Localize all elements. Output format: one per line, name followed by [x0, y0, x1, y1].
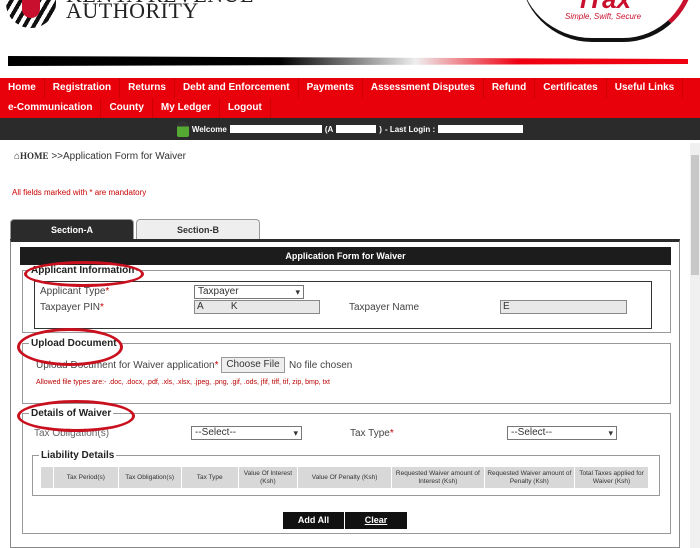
upload-fieldset: Upload Document	[22, 338, 671, 404]
nav-item-county[interactable]: County	[101, 98, 153, 118]
applicant-type-label: Applicant Type*	[40, 286, 110, 297]
nav-item-home[interactable]: Home	[0, 78, 45, 98]
column-header: Value Of Penalty (Ksh)	[298, 467, 393, 488]
add-all-button[interactable]: Add All	[283, 512, 344, 529]
nav-item-returns[interactable]: Returns	[120, 78, 175, 98]
tax-obligation-label: Tax Obligation(s)	[34, 428, 110, 439]
column-header: Tax Type	[182, 467, 239, 488]
breadcrumb: ⌂HOME >>Application Form for Waiver	[14, 151, 186, 162]
upload-legend: Upload Document	[31, 338, 117, 349]
choose-file-button[interactable]: Choose File	[221, 357, 285, 373]
nav-item-refund[interactable]: Refund	[484, 78, 536, 98]
nav-item-logout[interactable]: Logout	[220, 98, 271, 118]
user-avatar-icon	[176, 121, 189, 137]
nav-item-assessment-disputes[interactable]: Assessment Disputes	[363, 78, 484, 98]
column-header: Requested Waiver amount of Interest (Ksh…	[392, 467, 485, 488]
upload-label: Upload Document for Waiver application*	[36, 360, 219, 371]
nav-item-certificates[interactable]: Certificates	[535, 78, 607, 98]
allowed-types-note: Allowed file types are:- .doc, .docx, .p…	[36, 379, 330, 386]
breadcrumb-current: >>Application Form for Waiver	[51, 151, 187, 162]
mandatory-note: All fields marked with * are mandatory	[12, 188, 147, 197]
itax-logo: iTaxSimple, Swift, Secure	[520, 0, 695, 42]
no-file-text: No file chosen	[289, 360, 353, 371]
welcome-paren: (A	[324, 124, 334, 134]
taxpayer-name-label: Taxpayer Name	[349, 302, 420, 313]
nav-item-my-ledger[interactable]: My Ledger	[153, 98, 220, 118]
applicant-type-select[interactable]: Taxpayer	[194, 285, 304, 299]
column-header: Tax Obligation(s)	[119, 467, 182, 488]
redacted-login	[438, 125, 524, 133]
column-header: Total Taxes applied for Waiver (Ksh)	[575, 467, 649, 488]
tax-type-select[interactable]: --Select--	[507, 426, 617, 440]
scrollbar-thumb[interactable]	[691, 155, 699, 275]
welcome-bar: Welcome (A ) - Last Login :	[0, 118, 700, 140]
column-header: Value Of Interest (Ksh)	[239, 467, 298, 488]
column-header: Requested Waiver amount of Penalty (Ksh)	[485, 467, 576, 488]
kra-logo-text: KENYA REVENUEAUTHORITY	[66, 0, 254, 23]
tab-section-b[interactable]: Section-B	[136, 219, 260, 240]
applicant-info-legend: Applicant Information	[31, 265, 135, 276]
nav-item-payments[interactable]: Payments	[299, 78, 363, 98]
welcome-paren-close: )	[379, 124, 382, 134]
header-swoosh	[8, 56, 688, 66]
tax-obligation-select[interactable]: --Select--	[191, 426, 302, 440]
kra-logo-emblem	[6, 0, 56, 28]
column-header	[41, 467, 54, 488]
redacted-name	[229, 125, 322, 133]
main-nav: Home Registration Returns Debt and Enforcem…	[0, 78, 700, 118]
tax-type-label: Tax Type*	[350, 428, 394, 439]
redacted-id	[336, 125, 377, 133]
tab-section-a[interactable]: Section-A	[10, 219, 134, 240]
form-title: Application Form for Waiver	[20, 247, 671, 265]
breadcrumb-home[interactable]: HOME	[20, 151, 49, 161]
nav-item-useful-links[interactable]: Useful Links	[607, 78, 684, 98]
waiver-legend: Details of Waiver	[31, 408, 112, 419]
column-header: Tax Period(s)	[54, 467, 119, 488]
scrollbar[interactable]	[690, 143, 700, 548]
nav-item-debt-and-enforcement[interactable]: Debt and Enforcement	[175, 78, 299, 98]
nav-item-e-communication[interactable]: e-Communication	[0, 98, 102, 118]
last-login-label: - Last Login :	[384, 124, 436, 134]
taxpayer-name-input[interactable]: E	[500, 300, 627, 314]
nav-item-registration[interactable]: Registration	[45, 78, 121, 98]
taxpayer-pin-input[interactable]: A K	[194, 300, 320, 314]
liability-legend: Liability Details	[41, 450, 115, 461]
taxpayer-pin-label: Taxpayer PIN*	[40, 302, 104, 313]
welcome-text: Welcome	[191, 124, 227, 134]
clear-button[interactable]: Clear	[345, 512, 407, 529]
liability-table-header: Tax Period(s) Tax Obligation(s) Tax Type Va…	[41, 467, 649, 488]
